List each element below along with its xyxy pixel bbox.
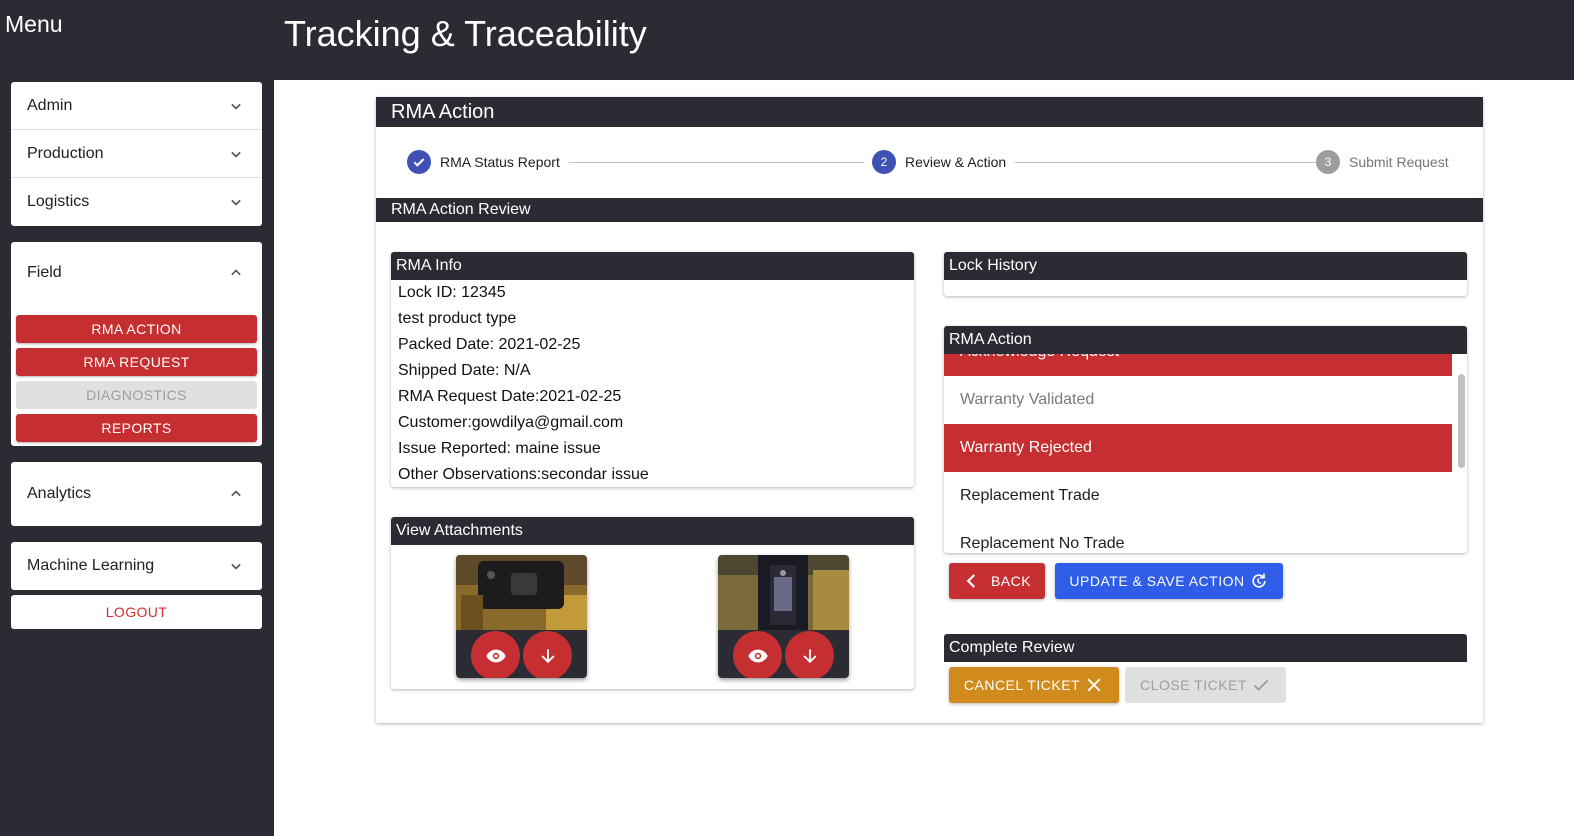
info-line: Shipped Date: N/A — [398, 362, 531, 379]
view-attachment-button[interactable] — [733, 631, 782, 678]
check-icon — [407, 150, 431, 174]
sidebar-item-label: Machine Learning — [27, 557, 155, 574]
close-ticket-button[interactable]: CLOSE TICKET — [1125, 667, 1286, 703]
sidebar-item-admin[interactable]: Admin — [11, 82, 262, 130]
list-item-replacement-no-trade[interactable]: Replacement No Trade — [944, 520, 1452, 553]
info-line: Customer:gowdilya@gmail.com — [398, 414, 624, 431]
list-scrollbar[interactable] — [1458, 374, 1465, 468]
complete-review-title: Complete Review — [944, 634, 1467, 662]
arrow-down-icon — [803, 648, 816, 663]
step-number: 3 — [1316, 150, 1340, 174]
attachment-image — [456, 555, 587, 630]
rma-action-panel: RMA Action RMA Status Report 2 Review & … — [376, 97, 1483, 723]
back-button[interactable]: BACK — [949, 563, 1045, 599]
list-item-warranty-validated[interactable]: Warranty Validated — [944, 376, 1452, 424]
sidebar-item-analytics[interactable]: Analytics — [11, 462, 262, 526]
attachment-image — [718, 555, 849, 630]
step-review-action[interactable]: 2 Review & Action — [872, 150, 1006, 174]
step-label: RMA Status Report — [440, 154, 560, 170]
diagnostics-button[interactable]: DIAGNOSTICS — [16, 381, 257, 409]
step-label: Submit Request — [1349, 154, 1449, 170]
view-attachment-button[interactable] — [471, 631, 520, 678]
info-line: Issue Reported: maine issue — [398, 440, 601, 457]
menu-title: Menu — [5, 11, 63, 37]
rma-request-button[interactable]: RMA REQUEST — [16, 348, 257, 376]
nav-card-ml: Machine Learning — [11, 542, 262, 590]
list-item-replacement-trade[interactable]: Replacement Trade — [944, 472, 1452, 520]
attachment-thumbnail — [718, 555, 849, 678]
info-line: Lock ID: 12345 — [398, 284, 506, 301]
arrow-down-icon — [541, 648, 554, 663]
step-rma-status-report[interactable]: RMA Status Report — [407, 150, 560, 174]
step-submit-request[interactable]: 3 Submit Request — [1316, 150, 1449, 174]
sidebar-item-label: Logistics — [27, 193, 90, 210]
list-item-acknowledge-request[interactable]: Acknowledge Request — [944, 354, 1452, 376]
rma-info-card: RMA Info Lock ID: 12345 test product typ… — [391, 252, 914, 487]
step-label: Review & Action — [905, 154, 1007, 170]
info-line: Packed Date: 2021-02-25 — [398, 336, 581, 353]
logout-button[interactable]: LOGOUT — [11, 595, 262, 629]
chevron-down-icon — [226, 144, 246, 164]
page-title: Tracking & Traceability — [284, 13, 647, 54]
attachments-title: View Attachments — [391, 517, 914, 545]
cancel-ticket-label: CANCEL TICKET — [963, 677, 1081, 693]
download-attachment-button[interactable] — [785, 631, 834, 678]
panel-title: RMA Action — [376, 97, 1483, 127]
stepper: RMA Status Report 2 Review & Action 3 Su… — [376, 147, 1483, 177]
lock-history-title: Lock History — [944, 252, 1467, 280]
chevron-down-icon — [226, 192, 246, 212]
chevron-down-icon — [226, 96, 246, 116]
attachments-card: View Attachments — [391, 517, 914, 689]
nav-card-field: Field RMA ACTION RMA REQUEST DIAGNOSTICS… — [11, 242, 262, 446]
info-line: Other Observations:secondar issue — [398, 466, 649, 483]
sidebar-item-label: Production — [27, 144, 104, 162]
chevron-up-icon — [226, 484, 246, 504]
review-section-title: RMA Action Review — [376, 198, 1483, 222]
reports-button[interactable]: REPORTS — [16, 414, 257, 442]
sidebar-item-production[interactable]: Production — [11, 130, 262, 178]
update-save-action-button[interactable]: UPDATE & SAVE ACTION — [1055, 563, 1283, 599]
eye-icon — [747, 649, 768, 662]
update-label: UPDATE & SAVE ACTION — [1069, 573, 1245, 589]
sidebar-item-machine-learning[interactable]: Machine Learning — [11, 542, 262, 590]
attachment-thumbnail — [456, 555, 587, 678]
list-item-warranty-rejected[interactable]: Warranty Rejected — [944, 424, 1452, 472]
check-icon — [1253, 679, 1269, 691]
sidebar: Menu Admin Production Logistics Field RM… — [0, 0, 274, 836]
eye-icon — [485, 649, 506, 662]
close-ticket-label: CLOSE TICKET — [1140, 677, 1247, 693]
sidebar-item-logistics[interactable]: Logistics — [11, 178, 262, 226]
rma-info-title: RMA Info — [391, 252, 914, 280]
step-connector — [1015, 162, 1317, 163]
close-icon — [1087, 678, 1101, 692]
back-label: BACK — [990, 573, 1032, 589]
info-line: RMA Request Date:2021-02-25 — [398, 388, 622, 405]
chevron-left-icon — [966, 574, 975, 588]
info-line: test product type — [398, 310, 517, 327]
step-number: 2 — [872, 150, 896, 174]
step-connector — [569, 162, 864, 163]
cancel-ticket-button[interactable]: CANCEL TICKET — [949, 667, 1119, 703]
header: Tracking & Traceability — [274, 0, 1574, 80]
chevron-down-icon — [226, 556, 246, 576]
rma-action-button[interactable]: RMA ACTION — [16, 315, 257, 343]
sidebar-item-label: Field — [27, 264, 62, 281]
chevron-up-icon — [226, 263, 246, 283]
sidebar-item-field[interactable]: Field — [11, 242, 262, 304]
rma-action-title: RMA Action — [944, 326, 1467, 354]
nav-card-analytics: Analytics — [11, 462, 262, 526]
rma-action-list: Acknowledge Request Warranty Validated W… — [944, 354, 1467, 553]
rma-action-card: RMA Action Acknowledge Request Warranty … — [944, 326, 1467, 553]
sidebar-item-label: Analytics — [27, 485, 92, 502]
download-attachment-button[interactable] — [523, 631, 572, 678]
nav-card-main: Admin Production Logistics — [11, 82, 262, 226]
sidebar-item-label: Admin — [27, 96, 73, 114]
lock-history-card: Lock History — [944, 252, 1467, 296]
refresh-icon — [1251, 573, 1266, 588]
